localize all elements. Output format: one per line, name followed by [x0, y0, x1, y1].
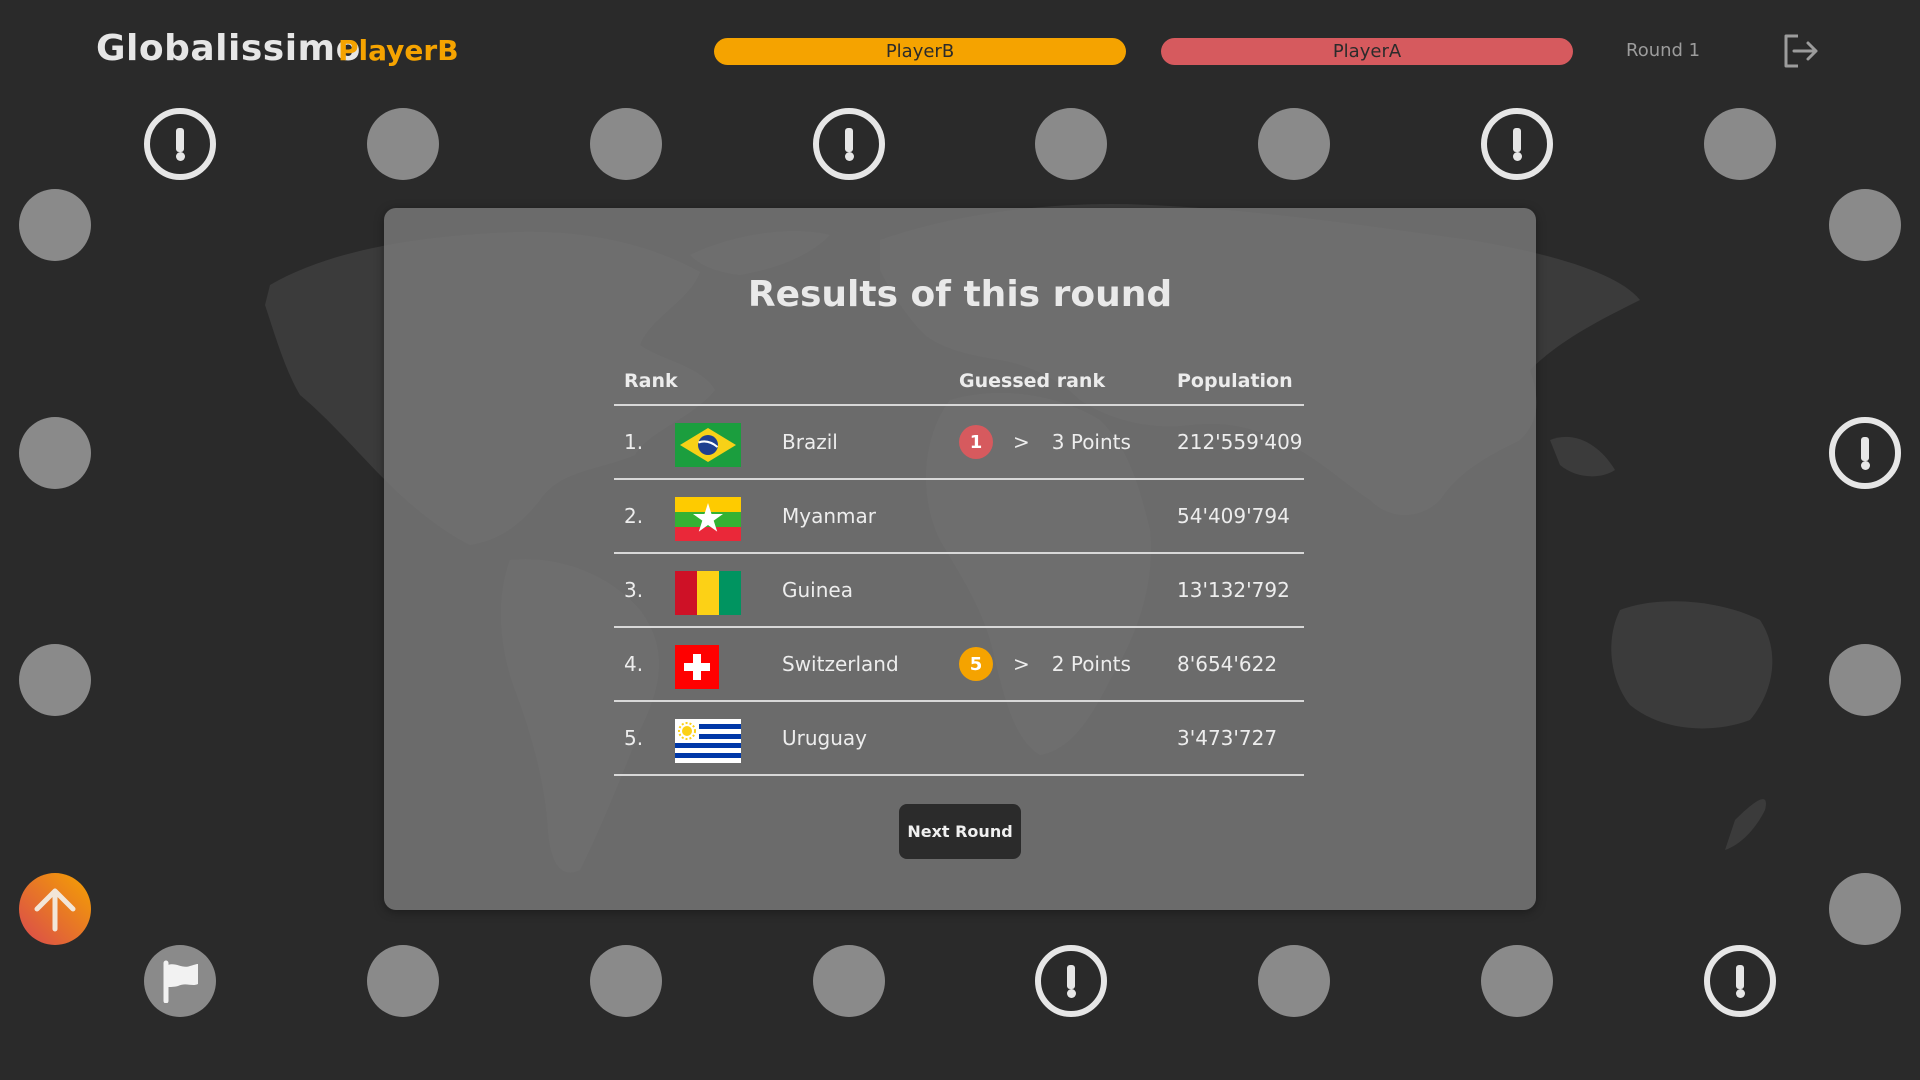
flag-icon: [163, 960, 198, 1003]
board-field-event: [1704, 945, 1776, 1017]
header-guessed-rank: Guessed rank: [959, 370, 1106, 392]
rank-cell: 5.: [624, 726, 644, 750]
board-field: [1258, 108, 1330, 180]
arrow-text: >: [1013, 652, 1030, 676]
game-screen: Globalissimo PlayerB PlayerB PlayerA Rou…: [0, 0, 1920, 1080]
logout-icon[interactable]: [1780, 30, 1822, 72]
board-field: [19, 644, 91, 716]
board-field: [813, 945, 885, 1017]
table-row: 4. Switzerland 5 > 2 Points 8'654'622: [614, 628, 1304, 702]
table-row: 1. Brazil 1 > 3 Points 212'559'409: [614, 406, 1304, 480]
arrow-up-icon: [34, 888, 76, 932]
population-cell: 8'654'622: [1177, 652, 1278, 676]
guess-result: 5 > 2 Points: [959, 646, 1131, 682]
guess-badge: 5: [959, 647, 993, 681]
table-row: 5. Uruguay 3'473'727: [614, 702, 1304, 776]
population-cell: 212'559'409: [1177, 430, 1303, 454]
board-field: [1704, 108, 1776, 180]
results-title: Results of this round: [747, 274, 1173, 315]
guess-badge: 1: [959, 425, 993, 459]
board-field: [590, 945, 662, 1017]
results-table: Rank Guessed rank Population 1. Brazil 1…: [614, 358, 1304, 776]
board-field-start: [19, 873, 91, 945]
board-field: [367, 945, 439, 1017]
table-row: 2. Myanmar 54'409'794: [614, 480, 1304, 554]
board-field: [19, 417, 91, 489]
country-name: Uruguay: [782, 726, 867, 750]
score-bar-player-a: PlayerA: [1161, 38, 1573, 65]
exclamation-icon: [845, 128, 853, 152]
rank-cell: 1.: [624, 430, 644, 454]
round-indicator: Round 1: [1626, 40, 1701, 61]
results-panel: Results of this round Rank Guessed rank …: [384, 208, 1536, 910]
points-text: 2 Points: [1051, 652, 1131, 676]
flag-brazil: [675, 423, 741, 467]
exclamation-icon: [176, 128, 184, 152]
header-population: Population: [1177, 370, 1293, 392]
board-field-event: [1481, 108, 1553, 180]
board-field-event: [1829, 417, 1901, 489]
country-name: Myanmar: [782, 504, 876, 528]
board-field: [367, 108, 439, 180]
country-name: Brazil: [782, 430, 838, 454]
board-field: [590, 108, 662, 180]
exclamation-icon: [1067, 965, 1075, 989]
board-field: [19, 189, 91, 261]
board-field-player-token: [144, 945, 216, 1017]
board-field: [1035, 108, 1107, 180]
exclamation-icon: [1736, 965, 1744, 989]
exclamation-icon: [1513, 128, 1521, 152]
next-round-button[interactable]: Next Round: [899, 804, 1021, 859]
population-cell: 54'409'794: [1177, 504, 1290, 528]
flag-myanmar: [675, 497, 741, 541]
rank-cell: 2.: [624, 504, 644, 528]
rank-cell: 4.: [624, 652, 644, 676]
points-text: 3 Points: [1051, 430, 1131, 454]
rank-cell: 3.: [624, 578, 644, 602]
population-cell: 13'132'792: [1177, 578, 1290, 602]
guess-result: 1 > 3 Points: [959, 424, 1131, 460]
board-field-event: [144, 108, 216, 180]
board-field: [1829, 189, 1901, 261]
country-name: Switzerland: [782, 652, 899, 676]
header-rank: Rank: [624, 370, 678, 392]
flag-switzerland: [675, 645, 719, 689]
current-player-name: PlayerB: [338, 34, 459, 67]
arrow-text: >: [1013, 430, 1030, 454]
board-field-event: [813, 108, 885, 180]
board-field: [1258, 945, 1330, 1017]
country-name: Guinea: [782, 578, 853, 602]
results-header: Rank Guessed rank Population: [614, 358, 1304, 406]
board-field: [1481, 945, 1553, 1017]
app-title: Globalissimo: [96, 28, 361, 69]
table-row: 3. Guinea 13'132'792: [614, 554, 1304, 628]
board-field-event: [1035, 945, 1107, 1017]
population-cell: 3'473'727: [1177, 726, 1278, 750]
board-field: [1829, 873, 1901, 945]
flag-uruguay: [675, 719, 741, 763]
flag-guinea: [675, 571, 741, 615]
exclamation-icon: [1861, 437, 1869, 461]
board-field: [1829, 644, 1901, 716]
score-bar-player-b: PlayerB: [714, 38, 1126, 65]
